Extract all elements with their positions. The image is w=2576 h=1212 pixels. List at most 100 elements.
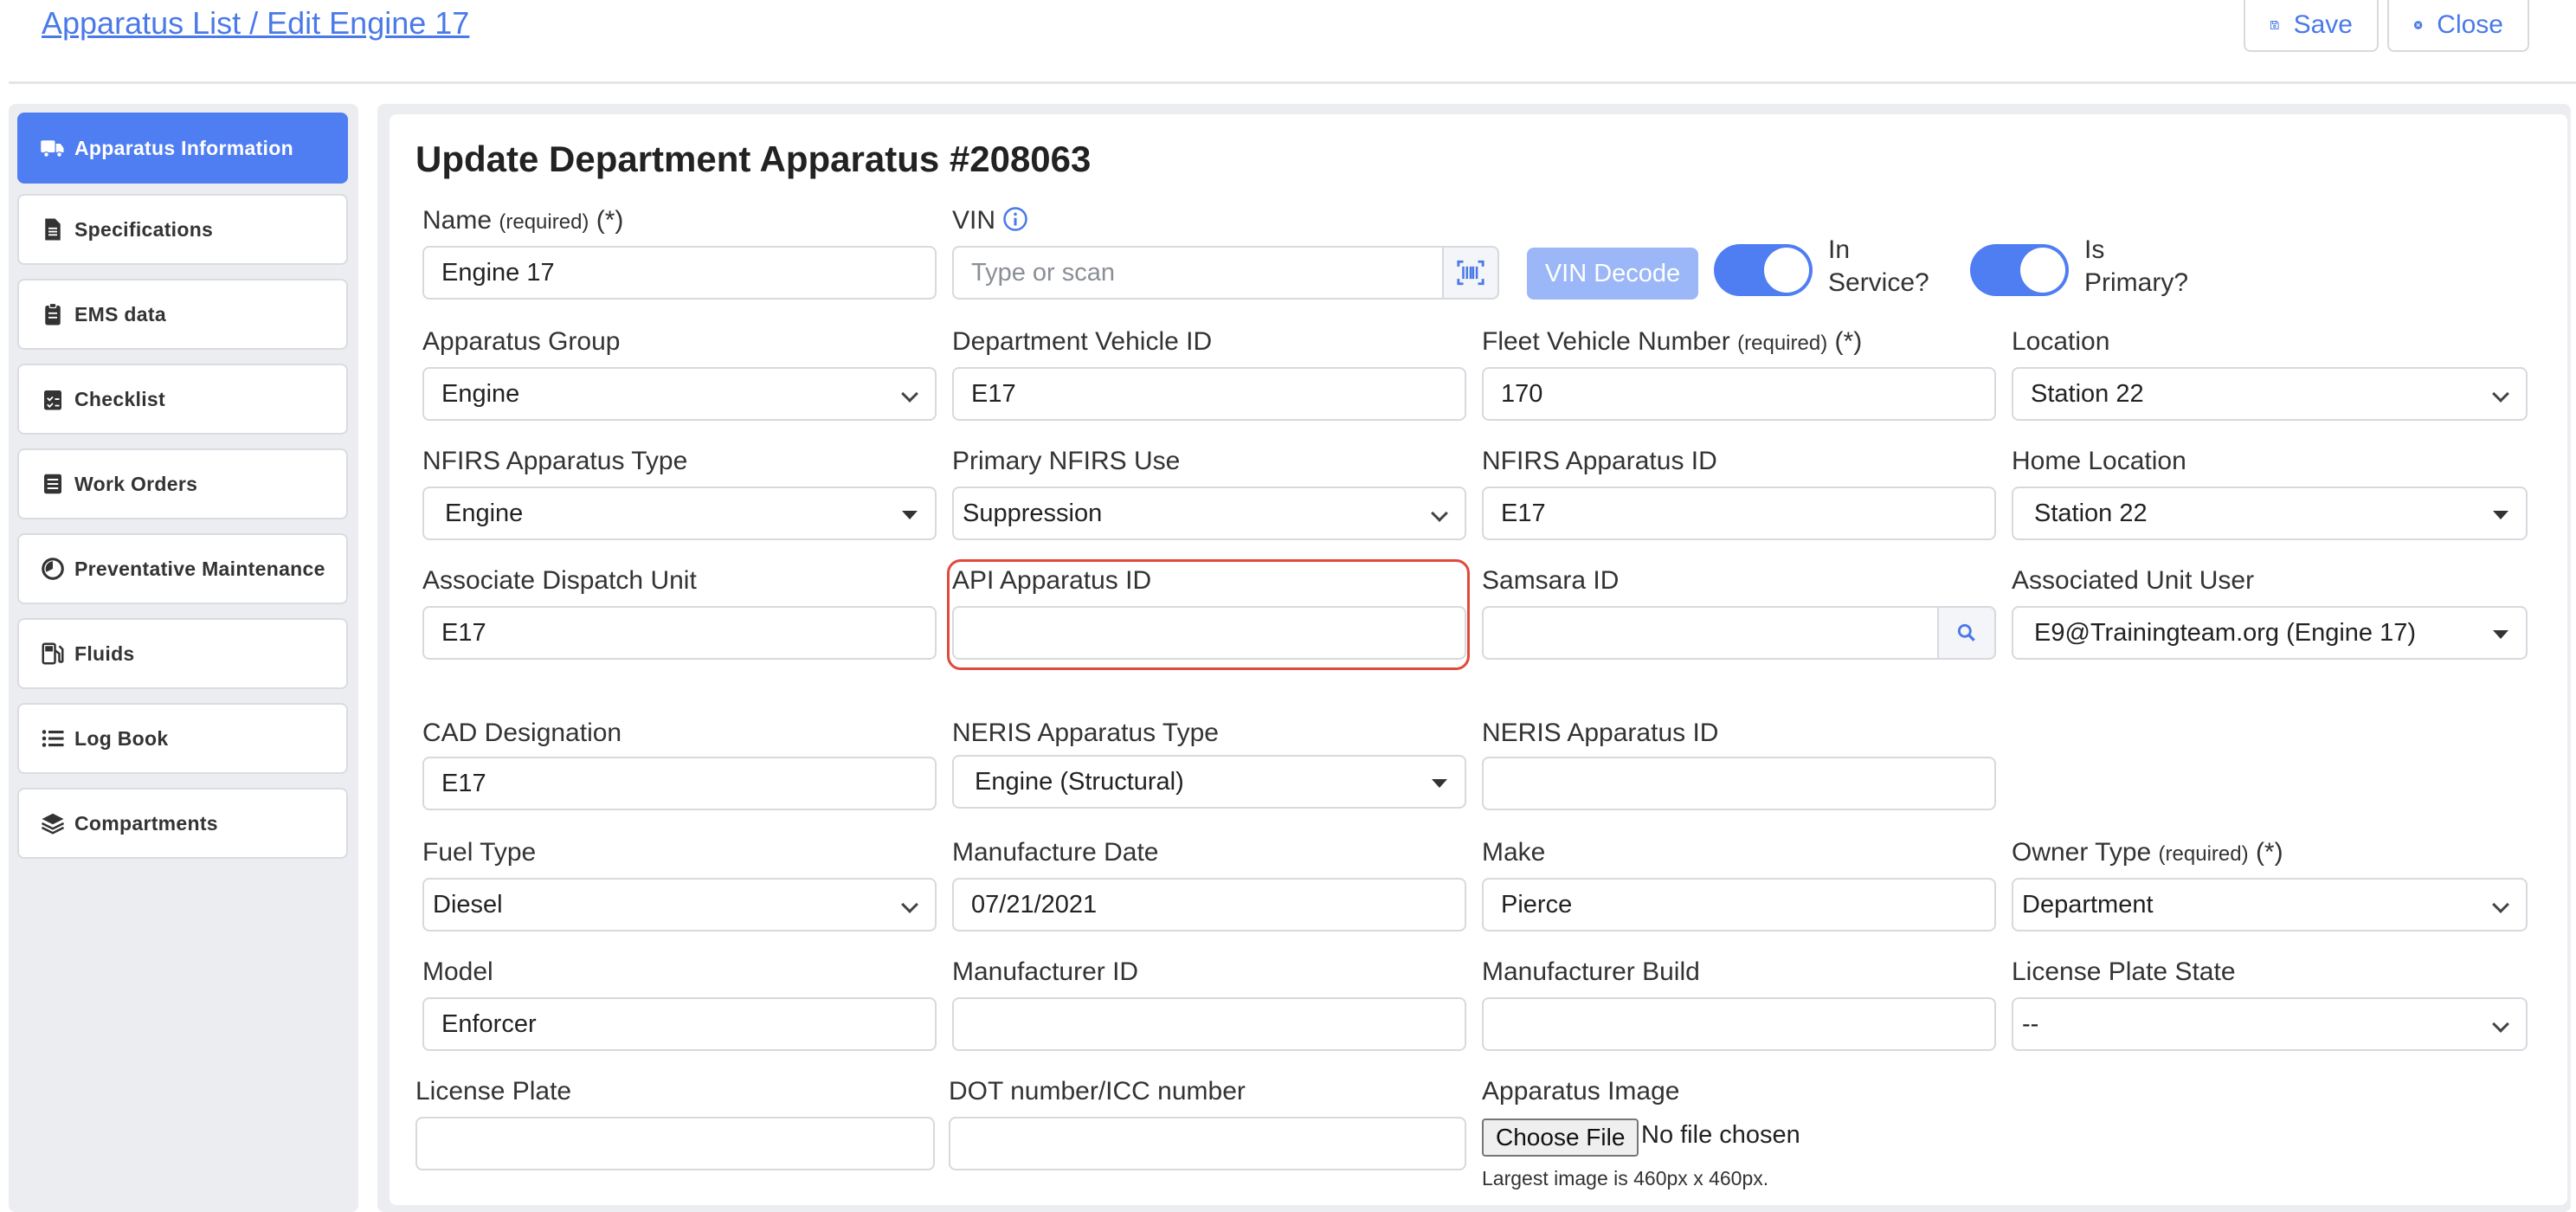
primary-nfirs-use-label: Primary NFIRS Use [952, 447, 1181, 475]
in-service-toggle[interactable] [1714, 244, 1813, 296]
owner-type-select[interactable]: Department [2012, 878, 2528, 932]
save-label: Save [2293, 10, 2353, 39]
is-primary-toggle[interactable] [1970, 244, 2069, 296]
make-label: Make [1482, 838, 1546, 867]
sidebar-item-preventative-maintenance[interactable]: Preventative Maintenance [17, 533, 348, 604]
cad-designation-label: CAD Designation [422, 719, 622, 747]
clipboard-icon [45, 302, 61, 326]
image-size-hint: Largest image is 460px x 460px. [1482, 1167, 1769, 1189]
department-vehicle-id-input[interactable]: E17 [952, 367, 1466, 421]
page-title: Update Department Apparatus #208063 [415, 139, 1092, 179]
sidebar-item-apparatus-information[interactable]: Apparatus Information [17, 113, 348, 184]
sidebar-item-label: EMS data [74, 302, 166, 326]
document-icon [45, 218, 61, 241]
fuel-type-label: Fuel Type [422, 838, 537, 867]
sidebar-item-checklist[interactable]: Checklist [17, 364, 348, 435]
associate-dispatch-unit-label: Associate Dispatch Unit [422, 566, 697, 595]
manufacturer-id-input[interactable] [952, 997, 1466, 1051]
samsara-search-button[interactable] [1937, 606, 1996, 660]
floppy-disk-icon [2270, 21, 2279, 29]
primary-nfirs-use-select[interactable]: Suppression [952, 487, 1466, 540]
owner-type-label: Owner Type (required) (*) [2012, 838, 2283, 867]
location-select[interactable]: Station 22 [2012, 367, 2528, 421]
choose-file-button[interactable]: Choose File [1482, 1119, 1639, 1157]
top-bar: Apparatus List / Edit Engine 17 Save Clo… [0, 0, 2576, 83]
license-plate-state-label: License Plate State [2012, 957, 2236, 986]
layers-icon [41, 813, 65, 835]
breadcrumb[interactable]: Apparatus List / Edit Engine 17 [42, 5, 469, 42]
sidebar-item-work-orders[interactable]: Work Orders [17, 448, 348, 519]
no-file-text: No file chosen [1641, 1121, 1800, 1149]
close-button[interactable]: Close [2387, 0, 2529, 52]
nfirs-apparatus-type-label: NFIRS Apparatus Type [422, 447, 688, 475]
nfirs-apparatus-type-select[interactable]: Engine [422, 487, 937, 540]
license-plate-state-select[interactable]: -- [2012, 997, 2528, 1051]
fleet-vehicle-number-label: Fleet Vehicle Number (required) (*) [1482, 327, 1863, 356]
sidebar-item-label: Log Book [74, 726, 169, 750]
fuel-pump-icon [42, 642, 64, 665]
dot-number-input[interactable] [949, 1117, 1466, 1170]
neris-apparatus-type-label: NERIS Apparatus Type [952, 719, 1219, 747]
model-input[interactable]: Enforcer [422, 997, 937, 1051]
sidebar-item-label: Apparatus Information [74, 136, 293, 159]
sidebar-item-log-book[interactable]: Log Book [17, 703, 348, 774]
department-vehicle-id-label: Department Vehicle ID [952, 327, 1213, 356]
home-location-label: Home Location [2012, 447, 2186, 475]
associate-dispatch-unit-input[interactable]: E17 [422, 606, 937, 660]
apparatus-image-label: Apparatus Image [1482, 1077, 1680, 1106]
nfirs-apparatus-id-label: NFIRS Apparatus ID [1482, 447, 1717, 475]
neris-apparatus-type-select[interactable]: Engine (Structural) [952, 755, 1466, 809]
truck-icon [41, 140, 64, 158]
location-label: Location [2012, 327, 2110, 356]
barcode-icon [1457, 260, 1484, 286]
sidebar-item-specifications[interactable]: Specifications [17, 194, 348, 265]
apparatus-group-label: Apparatus Group [422, 327, 621, 356]
sidebar-item-label: Fluids [74, 641, 135, 665]
home-location-select[interactable]: Station 22 [2012, 487, 2528, 540]
sidebar-item-compartments[interactable]: Compartments [17, 788, 348, 859]
sidebar: Apparatus Information Specifications EMS… [9, 104, 358, 1212]
neris-apparatus-id-input[interactable] [1482, 757, 1996, 810]
vin-decode-button[interactable]: VIN Decode [1527, 248, 1698, 300]
sidebar-item-label: Checklist [74, 387, 165, 410]
manufacture-date-input[interactable]: 07/21/2021 [952, 878, 1466, 932]
cad-designation-input[interactable]: E17 [422, 757, 937, 810]
license-plate-label: License Plate [415, 1077, 572, 1106]
dot-number-label: DOT number/ICC number [949, 1077, 1246, 1106]
close-label: Close [2437, 10, 2503, 39]
manufacture-date-label: Manufacture Date [952, 838, 1159, 867]
fuel-type-select[interactable]: Diesel [422, 878, 937, 932]
fleet-vehicle-number-input[interactable]: 170 [1482, 367, 1996, 421]
associated-unit-user-select[interactable]: E9@Trainingteam.org (Engine 17) [2012, 606, 2528, 660]
api-apparatus-id-input[interactable] [952, 606, 1466, 660]
manufacturer-build-input[interactable] [1482, 997, 1996, 1051]
associated-unit-user-label: Associated Unit User [2012, 566, 2255, 595]
model-label: Model [422, 957, 493, 986]
license-plate-input[interactable] [415, 1117, 935, 1170]
sidebar-item-label: Preventative Maintenance [74, 557, 325, 580]
samsara-id-label: Samsara ID [1482, 566, 1620, 595]
search-icon [1957, 623, 1975, 641]
info-icon[interactable] [1002, 206, 1028, 232]
neris-apparatus-id-label: NERIS Apparatus ID [1482, 719, 1719, 747]
api-apparatus-id-label: API Apparatus ID [952, 566, 1152, 595]
in-service-label: In Service? [1828, 235, 1929, 297]
barcode-scan-button[interactable] [1442, 246, 1499, 300]
make-input[interactable]: Pierce [1482, 878, 1996, 932]
vin-input[interactable]: Type or scan [952, 246, 1444, 300]
apparatus-group-select[interactable]: Engine [422, 367, 937, 421]
header-divider [9, 81, 2576, 84]
nfirs-apparatus-id-input[interactable]: E17 [1482, 487, 1996, 540]
list-box-icon [44, 474, 61, 494]
sidebar-item-ems-data[interactable]: EMS data [17, 279, 348, 350]
save-button[interactable]: Save [2244, 0, 2379, 52]
sidebar-item-fluids[interactable]: Fluids [17, 618, 348, 689]
sidebar-item-label: Work Orders [74, 472, 198, 495]
is-primary-label: Is Primary? [2084, 235, 2189, 297]
name-label: Name (required) (*) [422, 206, 624, 235]
manufacturer-build-label: Manufacturer Build [1482, 957, 1700, 986]
samsara-id-input[interactable] [1482, 606, 1939, 660]
checklist-icon [44, 390, 61, 410]
name-input[interactable]: Engine 17 [422, 246, 937, 300]
gauge-icon [42, 558, 64, 580]
